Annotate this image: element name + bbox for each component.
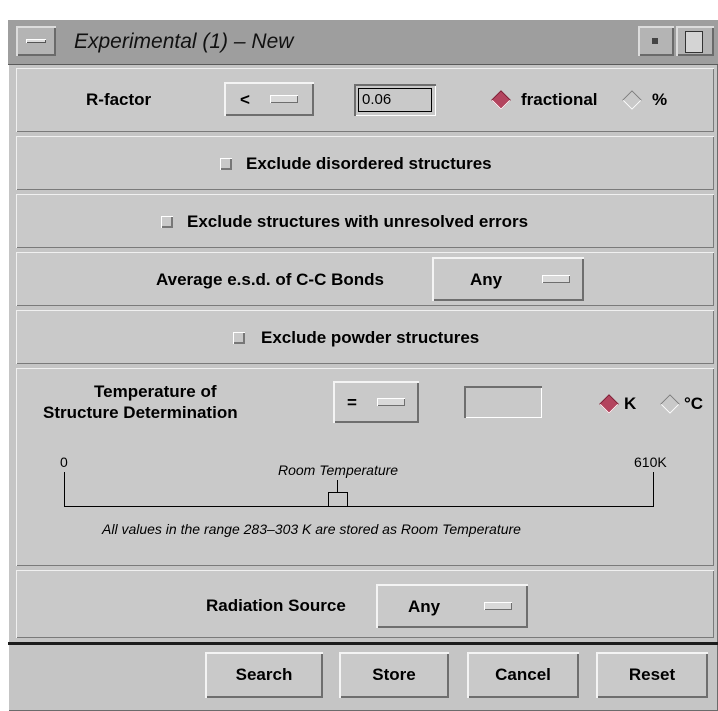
exclude-powder-label: Exclude powder structures [261, 328, 480, 347]
scale-note: All values in the range 283–303 K are st… [102, 521, 521, 537]
rfactor-input-value: 0.06 [362, 91, 392, 108]
radiation-option-value: Any [408, 597, 441, 616]
exclude-disordered-checkbox[interactable] [220, 158, 232, 170]
window-title: Experimental (1) – New [74, 30, 294, 53]
radiation-panel: Radiation Source Any [16, 570, 714, 638]
fractional-radio[interactable] [491, 90, 511, 110]
temperature-panel: Temperature of Structure Determination =… [16, 368, 714, 566]
option-menu-indicator-icon [270, 95, 298, 103]
scale-max-label: 610K [634, 454, 667, 470]
store-button[interactable]: Store [339, 652, 449, 698]
esd-option-menu[interactable]: Any [432, 257, 584, 301]
window-menu-icon [26, 39, 46, 43]
percent-label: % [652, 90, 668, 109]
temperature-input[interactable] [464, 386, 542, 418]
scale-min-label: 0 [60, 454, 68, 470]
maximize-button[interactable] [676, 26, 714, 56]
scale-line [64, 472, 654, 508]
temperature-operator-value: = [347, 393, 357, 412]
temperature-operator-menu[interactable]: = [333, 381, 419, 423]
option-menu-indicator-icon [377, 398, 405, 406]
rfactor-label: R-factor [86, 90, 152, 109]
title-bar: Experimental (1) – New [8, 20, 718, 65]
exclude-powder-panel: Exclude powder structures [16, 310, 714, 364]
exclude-powder-checkbox[interactable] [233, 332, 245, 344]
celsius-label: °C [684, 394, 704, 413]
esd-panel: Average e.s.d. of C-C Bonds Any [16, 252, 714, 306]
window-menu-button[interactable] [16, 26, 56, 56]
search-button[interactable]: Search [205, 652, 323, 698]
temperature-label-line2: Structure Determination [43, 403, 238, 422]
minimize-button[interactable] [638, 26, 674, 56]
percent-radio[interactable] [622, 90, 642, 110]
rfactor-input[interactable]: 0.06 [354, 84, 436, 116]
reset-button[interactable]: Reset [596, 652, 708, 698]
rfactor-panel: R-factor < 0.06 fractional % [16, 68, 714, 132]
exclude-errors-panel: Exclude structures with unresolved error… [16, 194, 714, 248]
cancel-button[interactable]: Cancel [467, 652, 579, 698]
rfactor-operator-value: < [240, 90, 250, 109]
exclude-disordered-panel: Exclude disordered structures [16, 136, 714, 190]
exclude-errors-label: Exclude structures with unresolved error… [187, 212, 529, 231]
button-area-separator [8, 642, 718, 645]
option-menu-indicator-icon [542, 275, 570, 283]
rfactor-operator-menu[interactable]: < [224, 82, 314, 116]
radiation-label: Radiation Source [206, 596, 346, 615]
minimize-icon [652, 38, 658, 44]
room-temperature-marker [337, 480, 338, 492]
esd-option-value: Any [470, 270, 503, 289]
celsius-radio[interactable] [660, 394, 680, 414]
fractional-label: fractional [521, 90, 598, 109]
room-temperature-box [328, 492, 348, 506]
kelvin-radio[interactable] [599, 394, 619, 414]
kelvin-label: K [624, 394, 637, 413]
temperature-label-line1: Temperature of [94, 382, 217, 401]
option-menu-indicator-icon [484, 602, 512, 610]
maximize-icon [685, 31, 703, 53]
dialog-window: Experimental (1) – New R-factor < 0.06 f… [8, 20, 718, 711]
exclude-disordered-label: Exclude disordered structures [246, 154, 492, 173]
exclude-errors-checkbox[interactable] [161, 216, 173, 228]
radiation-option-menu[interactable]: Any [376, 584, 528, 628]
esd-label: Average e.s.d. of C-C Bonds [156, 270, 384, 289]
